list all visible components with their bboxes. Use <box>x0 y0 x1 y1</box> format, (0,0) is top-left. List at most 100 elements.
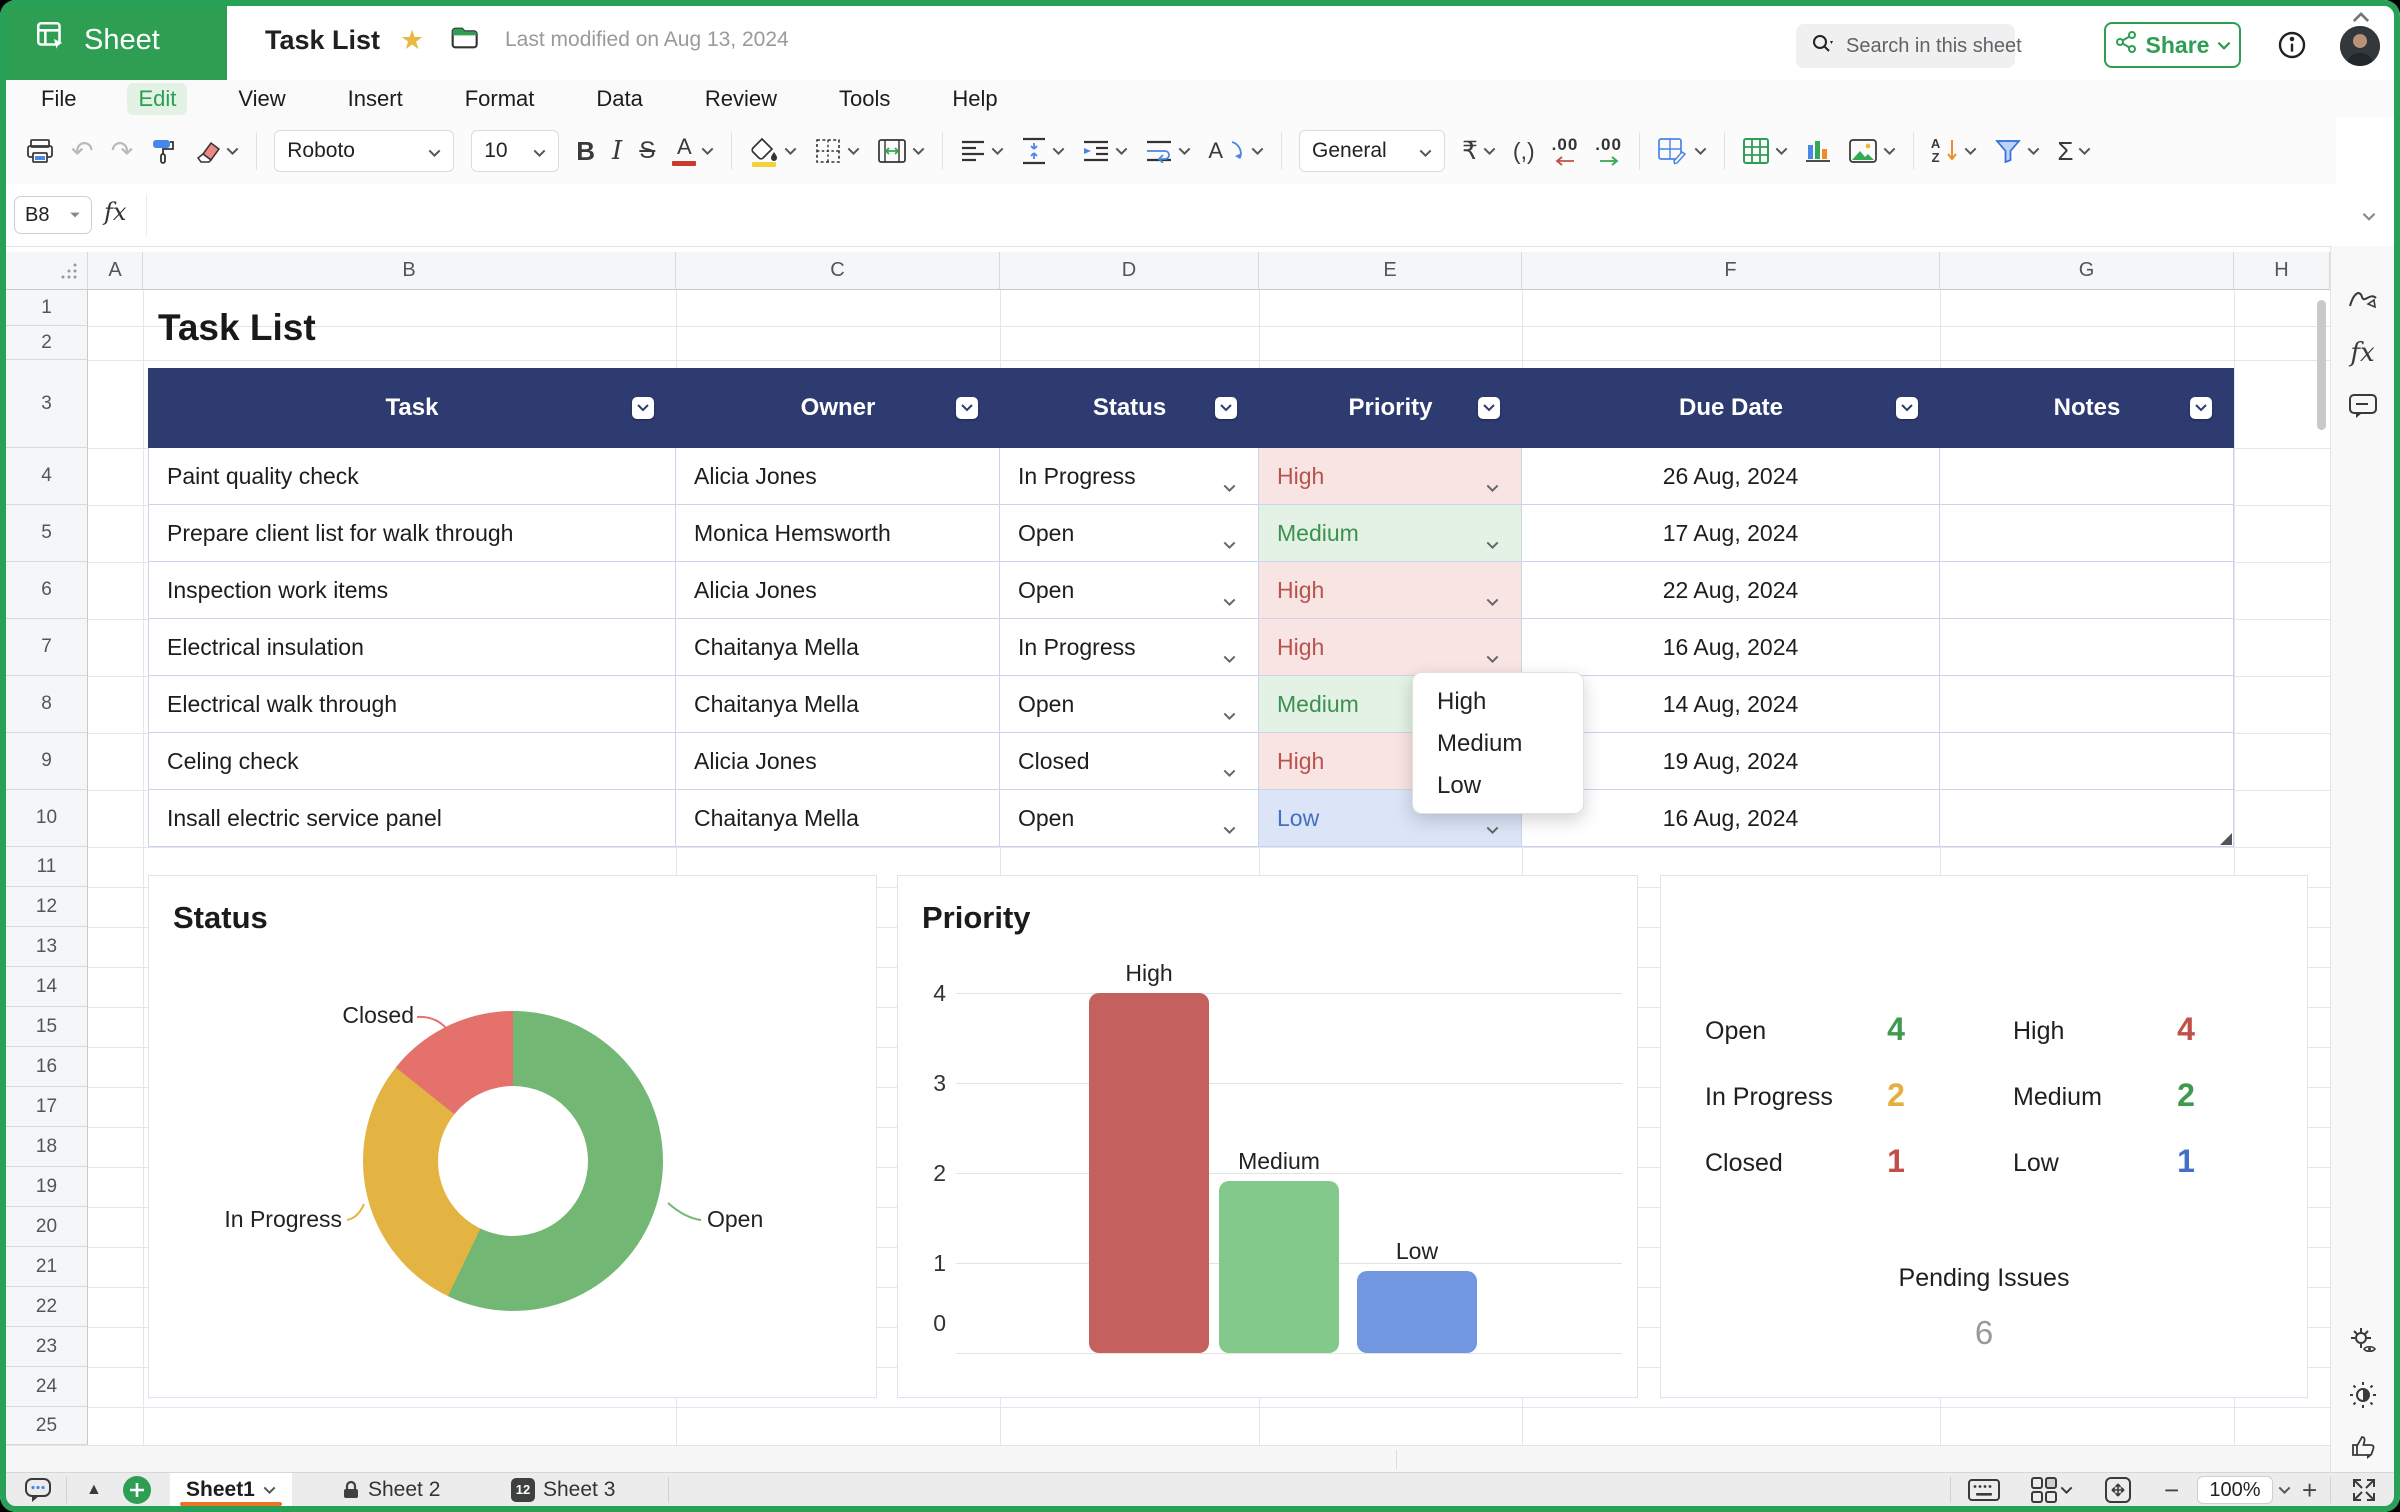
column-header-F[interactable]: F <box>1522 252 1940 290</box>
cell-notes[interactable] <box>1940 562 2234 619</box>
row-header-13[interactable]: 13 <box>6 927 88 967</box>
cell-notes[interactable] <box>1940 790 2234 847</box>
strikethrough-icon[interactable]: S <box>639 139 655 163</box>
header-filter-dropdown-icon[interactable] <box>1896 397 1918 419</box>
cell-owner[interactable]: Chaitanya Mella <box>676 619 1000 676</box>
info-icon[interactable] <box>2276 29 2308 66</box>
cell-status[interactable]: In Progress <box>1000 619 1259 676</box>
menu-insert[interactable]: Insert <box>337 83 414 115</box>
row-header-5[interactable]: 5 <box>6 505 88 562</box>
header-filter-dropdown-icon[interactable] <box>632 397 654 419</box>
column-header-D[interactable]: D <box>1000 252 1259 290</box>
cell-owner[interactable]: Alicia Jones <box>676 562 1000 619</box>
redo-icon[interactable]: ↷ <box>111 138 134 165</box>
column-header-E[interactable]: E <box>1259 252 1522 290</box>
zoom-select-chevron-icon[interactable] <box>2278 1476 2291 1504</box>
cell-name-box[interactable]: B8 <box>14 196 92 234</box>
row-header-12[interactable]: 12 <box>6 887 88 927</box>
row-header-10[interactable]: 10 <box>6 790 88 847</box>
table-header-owner[interactable]: Owner <box>676 368 1000 448</box>
row-header-4[interactable]: 4 <box>6 448 88 505</box>
header-filter-dropdown-icon[interactable] <box>1215 397 1237 419</box>
row-header-14[interactable]: 14 <box>6 967 88 1007</box>
cell-owner[interactable]: Alicia Jones <box>676 448 1000 505</box>
horizontal-scroll-strip[interactable] <box>6 1445 2330 1472</box>
cell-status[interactable]: Open <box>1000 562 1259 619</box>
user-avatar[interactable] <box>2340 26 2380 66</box>
cell-dropdown-chevron-icon[interactable] <box>1223 756 1236 783</box>
grid-corner-selector[interactable] <box>6 252 88 290</box>
row-header-6[interactable]: 6 <box>6 562 88 619</box>
cell-dropdown-chevron-icon[interactable] <box>1223 699 1236 726</box>
cell-owner[interactable]: Monica Hemsworth <box>676 505 1000 562</box>
conditional-format-icon[interactable] <box>1657 137 1707 165</box>
fill-color-icon[interactable] <box>749 135 797 167</box>
row-header-25[interactable]: 25 <box>6 1407 88 1445</box>
header-filter-dropdown-icon[interactable] <box>2190 397 2212 419</box>
italic-icon[interactable]: I <box>612 138 622 164</box>
header-filter-dropdown-icon[interactable] <box>956 397 978 419</box>
decrease-decimal-icon[interactable]: .00 <box>1552 136 1579 166</box>
insert-chart-icon[interactable] <box>1805 137 1831 165</box>
sheet-tab-sheet2[interactable]: Sheet 2 <box>326 1473 456 1506</box>
sheet-tab-sheet3[interactable]: 12Sheet 3 <box>495 1473 631 1506</box>
print-icon[interactable] <box>26 138 54 164</box>
text-color-icon[interactable]: A <box>672 136 714 166</box>
format-painter-icon[interactable] <box>150 137 176 165</box>
menu-format[interactable]: Format <box>454 83 546 115</box>
fit-view-icon[interactable] <box>2104 1476 2132 1504</box>
font-size-select[interactable]: 10 <box>471 130 559 172</box>
text-wrap-icon[interactable] <box>1145 139 1191 163</box>
cell-status[interactable]: Open <box>1000 790 1259 847</box>
app-logo[interactable]: Sheet <box>0 0 227 80</box>
cell-owner[interactable]: Alicia Jones <box>676 733 1000 790</box>
fullscreen-icon[interactable] <box>2350 1476 2378 1504</box>
search-input[interactable]: Search in this sheet <box>1796 24 2015 68</box>
merge-cells-icon[interactable] <box>877 138 925 164</box>
keyboard-shortcuts-icon[interactable] <box>1968 1476 2000 1504</box>
cell-owner[interactable]: Chaitanya Mella <box>676 790 1000 847</box>
cell-priority[interactable]: High <box>1259 619 1522 676</box>
cell-dropdown-chevron-icon[interactable] <box>1486 813 1499 840</box>
cell-priority[interactable]: High <box>1259 562 1522 619</box>
add-sheet-icon[interactable] <box>122 1476 152 1504</box>
cell-due[interactable]: 26 Aug, 2024 <box>1522 448 1940 505</box>
cell-notes[interactable] <box>1940 448 2234 505</box>
cell-dropdown-chevron-icon[interactable] <box>1223 528 1236 555</box>
row-header-2[interactable]: 2 <box>6 326 88 360</box>
sheet-tab-sheet1[interactable]: Sheet1 <box>170 1473 292 1506</box>
formulabar-expand-icon[interactable] <box>2362 208 2376 226</box>
cell-status[interactable]: Open <box>1000 505 1259 562</box>
header-filter-dropdown-icon[interactable] <box>1478 397 1500 419</box>
row-header-16[interactable]: 16 <box>6 1047 88 1087</box>
row-header-9[interactable]: 9 <box>6 733 88 790</box>
share-button[interactable]: Share <box>2104 22 2241 68</box>
feedback-icon[interactable] <box>2347 1432 2379 1467</box>
bar-low[interactable] <box>1357 1271 1477 1353</box>
popup-option-low[interactable]: Low <box>1413 765 1583 807</box>
cell-dropdown-chevron-icon[interactable] <box>1486 642 1499 669</box>
currency-icon[interactable]: ₹ <box>1462 139 1496 164</box>
cell-task[interactable]: Electrical insulation <box>148 619 676 676</box>
row-header-1[interactable]: 1 <box>6 290 88 326</box>
cell-owner[interactable]: Chaitanya Mella <box>676 676 1000 733</box>
insert-table-icon[interactable] <box>1742 137 1788 165</box>
cell-status[interactable]: Closed <box>1000 733 1259 790</box>
menu-file[interactable]: File <box>30 83 87 115</box>
summary-panel[interactable]: Open4In Progress2Closed1High4Medium2Low1… <box>1660 875 2308 1398</box>
row-header-8[interactable]: 8 <box>6 676 88 733</box>
column-header-A[interactable]: A <box>88 252 143 290</box>
cell-task[interactable]: Electrical walk through <box>148 676 676 733</box>
sheet-layout-icon[interactable] <box>2030 1476 2073 1504</box>
borders-icon[interactable] <box>814 137 860 165</box>
priority-chart[interactable]: Priority43210HighMediumLow <box>897 875 1638 1398</box>
font-family-select[interactable]: Roboto <box>274 130 454 172</box>
cell-dropdown-chevron-icon[interactable] <box>1223 585 1236 612</box>
menu-view[interactable]: View <box>227 83 296 115</box>
cell-dropdown-chevron-icon[interactable] <box>1223 471 1236 498</box>
row-header-18[interactable]: 18 <box>6 1127 88 1167</box>
cell-due[interactable]: 16 Aug, 2024 <box>1522 619 1940 676</box>
row-header-19[interactable]: 19 <box>6 1167 88 1207</box>
sheet-title-cell[interactable]: Task List <box>158 296 316 360</box>
cell-notes[interactable] <box>1940 619 2234 676</box>
